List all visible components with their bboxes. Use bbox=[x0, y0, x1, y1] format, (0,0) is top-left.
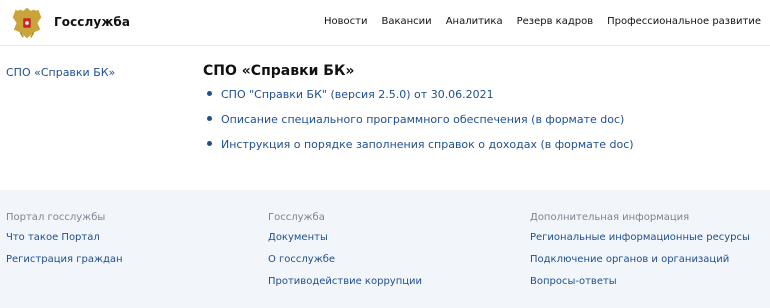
footer-link-documents[interactable]: Документы bbox=[268, 232, 422, 254]
site-header: Госслужба Новости Вакансии Аналитика Рез… bbox=[0, 0, 770, 46]
page-title: СПО «Справки БК» bbox=[203, 63, 355, 79]
bullet-icon bbox=[207, 116, 212, 121]
list-item: Инструкция о порядке заполнения справок … bbox=[203, 134, 634, 159]
footer-link-anti-corruption[interactable]: Противодействие коррупции bbox=[268, 276, 422, 298]
site-footer: Портал госслужбы Что такое Портал Регист… bbox=[0, 190, 770, 308]
document-list: СПО "Справки БК" (версия 2.5.0) от 30.06… bbox=[203, 84, 634, 159]
nav-news[interactable]: Новости bbox=[324, 16, 367, 27]
footer-column-civil-service: Госслужба Документы О госслужбе Противод… bbox=[268, 212, 422, 298]
filling-instruction-link[interactable]: Инструкция о порядке заполнения справок … bbox=[221, 138, 634, 151]
footer-column-portal: Портал госслужбы Что такое Портал Регист… bbox=[6, 212, 123, 276]
brand-name[interactable]: Госслужба bbox=[54, 15, 130, 29]
spo-description-link[interactable]: Описание специального программного обесп… bbox=[221, 113, 624, 126]
footer-column-title: Госслужба bbox=[268, 212, 325, 223]
footer-link-connect-organizations[interactable]: Подключение органов и организаций bbox=[530, 254, 750, 276]
bullet-icon bbox=[207, 141, 212, 146]
nav-professional-development[interactable]: Профессиональное развитие bbox=[607, 16, 761, 27]
footer-column-additional-info: Дополнительная информация Региональные и… bbox=[530, 212, 750, 298]
nav-analytics[interactable]: Аналитика bbox=[446, 16, 503, 27]
footer-link-about-civil-service[interactable]: О госслужбе bbox=[268, 254, 422, 276]
footer-link-citizen-registration[interactable]: Регистрация граждан bbox=[6, 254, 123, 276]
nav-vacancies[interactable]: Вакансии bbox=[381, 16, 431, 27]
footer-link-regional-resources[interactable]: Региональные информационные ресурсы bbox=[530, 232, 750, 254]
footer-column-title: Портал госслужбы bbox=[6, 212, 106, 223]
coat-of-arms-logo[interactable] bbox=[8, 4, 46, 42]
list-item: СПО "Справки БК" (версия 2.5.0) от 30.06… bbox=[203, 84, 634, 109]
bullet-icon bbox=[207, 91, 212, 96]
footer-link-faq[interactable]: Вопросы-ответы bbox=[530, 276, 750, 298]
list-item: Описание специального программного обесп… bbox=[203, 109, 634, 134]
nav-personnel-reserve[interactable]: Резерв кадров bbox=[517, 16, 594, 27]
footer-link-what-is-portal[interactable]: Что такое Портал bbox=[6, 232, 123, 254]
footer-column-title: Дополнительная информация bbox=[530, 212, 690, 223]
main-nav: Новости Вакансии Аналитика Резерв кадров… bbox=[324, 16, 761, 27]
download-spo-link[interactable]: СПО "Справки БК" (версия 2.5.0) от 30.06… bbox=[221, 88, 494, 101]
sidebar-item-spo-spravki[interactable]: СПО «Справки БК» bbox=[6, 66, 115, 79]
